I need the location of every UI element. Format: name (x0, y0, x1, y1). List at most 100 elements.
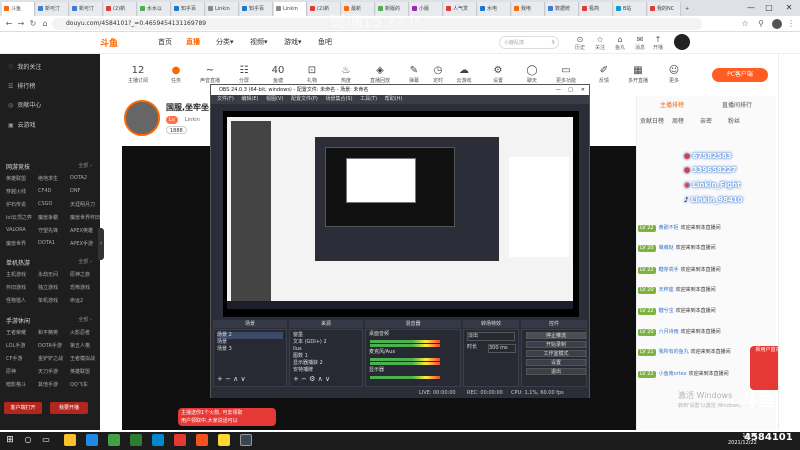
broadcast-button[interactable]: ↑ 开播 (648, 35, 668, 51)
game-link[interactable]: 原神 (6, 368, 36, 375)
browser-tab[interactable]: 人气赏 (444, 2, 477, 16)
category-hot[interactable]: ♨ 热度 (332, 64, 360, 84)
category-split[interactable]: ☷ 分屏 (230, 64, 258, 84)
close-button[interactable]: ✕ (780, 0, 798, 16)
browser-tab[interactable]: 斗鱼 (2, 2, 35, 16)
category-subscribe[interactable]: 12 主播订阅 (124, 64, 152, 84)
game-link[interactable]: 暗影格斗 (6, 381, 36, 388)
game-link[interactable]: 魔兽争霸 (38, 214, 68, 221)
duration-input[interactable]: 300 ms (488, 344, 516, 353)
game-link[interactable]: APEX英雄 (70, 227, 100, 234)
chat-username[interactable]: 小鱼南ortex (659, 371, 687, 377)
game-link[interactable]: 怀旧游戏 (6, 284, 36, 291)
reload-icon[interactable]: ↻ (28, 19, 38, 28)
browser-tab[interactable]: 数据统 (546, 2, 579, 16)
browser-tab[interactable]: Linkin (206, 2, 239, 16)
fishball-button[interactable]: ⌂ 鱼丸 (610, 35, 630, 51)
game-link[interactable]: 独立游戏 (38, 284, 68, 291)
obs-menu-help[interactable]: 帮助(H) (385, 96, 403, 102)
stop-streaming-button[interactable]: 停止推流 (526, 332, 586, 339)
browser-tab[interactable]: 水电 (478, 2, 511, 16)
follow-button[interactable]: ☆ 关注 (590, 35, 610, 51)
windows-start-icon[interactable]: ⊞ (4, 434, 16, 446)
douyu-logo[interactable]: 斗鱼 (100, 36, 130, 50)
obs-minimize-button[interactable]: — (556, 85, 561, 95)
browser-tab-active[interactable]: Linkin (274, 2, 307, 16)
game-link[interactable]: 天刀手游 (38, 368, 68, 375)
category-replay[interactable]: ◈ 直播回放 (366, 64, 394, 84)
chrome-icon[interactable] (218, 434, 230, 446)
user-avatar[interactable] (674, 34, 690, 50)
obs-maximize-button[interactable]: □ (568, 85, 573, 95)
game-link[interactable]: 炉石传说 (6, 201, 36, 208)
game-link[interactable]: DOTA1 (38, 240, 68, 246)
tab-weekly[interactable]: 周榜 (672, 116, 684, 125)
category-voice[interactable]: ~ 声音直播 (196, 64, 224, 84)
scene-toolbar[interactable]: + − ∧ ∨ (217, 376, 246, 383)
category-cloud[interactable]: ☁ 云游戏 (450, 64, 478, 84)
game-link[interactable]: QQ飞车 (70, 381, 100, 388)
game-link[interactable]: 和平精英 (38, 329, 68, 336)
sidebar-item-cloud-game[interactable]: ▣ 云游戏 (8, 120, 36, 129)
tab-intimacy[interactable]: 亲密 (700, 116, 712, 125)
game-link[interactable]: LOL手游 (6, 342, 36, 349)
browser-tab[interactable]: 极简 (580, 2, 613, 16)
game-link[interactable]: VALORA (6, 227, 36, 233)
profile-avatar[interactable] (772, 19, 782, 29)
game-link[interactable]: 魔兽世界 (6, 240, 36, 247)
category-settings[interactable]: ⚙ 设置 (484, 64, 512, 84)
game-link[interactable]: 王者模拟战 (70, 355, 100, 362)
tab-daily[interactable]: 贡献日榜 (640, 116, 664, 125)
source-item[interactable]: 窗墨 (293, 332, 303, 339)
history-button[interactable]: ⊙ 历史 (570, 35, 590, 51)
obs-preview[interactable] (223, 111, 579, 317)
scene-item[interactable]: 场景 2 (217, 332, 283, 339)
streamer-avatar[interactable] (124, 100, 160, 136)
wechat-icon[interactable] (130, 434, 142, 446)
category-more[interactable]: ☺ 更多 (660, 64, 688, 84)
right-scrollbar[interactable] (778, 54, 800, 430)
browser-tab[interactable]: 知乎百 (240, 2, 273, 16)
category-feedback[interactable]: ✐ 反馈 (590, 64, 618, 84)
obs-menu-scene-collection[interactable]: 场景集合(S) (325, 96, 352, 102)
start-recording-button[interactable]: 开始录制 (526, 341, 586, 348)
browser-tab[interactable]: (2)新 (104, 2, 137, 16)
obs-menu-edit[interactable]: 编辑(E) (241, 96, 258, 102)
chat-username[interactable]: 糖芽高手 (659, 267, 679, 273)
settings-button[interactable]: 设置 (526, 359, 586, 366)
app-icon[interactable] (174, 434, 186, 446)
section-more-link[interactable]: 全部 › (78, 162, 92, 169)
chat-username[interactable]: 天秤座 (659, 287, 674, 293)
chat-username[interactable]: 六月诗雨 (659, 329, 679, 335)
extension-icon[interactable]: ⚲ (756, 19, 766, 28)
game-link[interactable]: CF4D (38, 188, 68, 194)
task-view-icon[interactable]: ▭ (40, 434, 52, 446)
nav-live[interactable]: 直播 (186, 37, 200, 47)
new-tab-button[interactable]: + (682, 2, 696, 16)
sidebar-item-contribution[interactable]: ◎ 贡献中心 (8, 100, 41, 109)
game-link[interactable]: 天涯明月刀 (70, 201, 100, 208)
file-explorer-icon[interactable] (64, 434, 76, 446)
app-icon[interactable] (152, 434, 164, 446)
category-pond[interactable]: 40 鱼塘 (264, 64, 292, 84)
header-search-input[interactable]: 小鹿乱撞 ⚲ (499, 36, 559, 49)
nav-home[interactable]: 首页 (158, 37, 172, 47)
category-timer[interactable]: ◷ 定时 (424, 64, 452, 84)
game-link[interactable]: DOTA手游 (38, 342, 68, 349)
source-item[interactable]: ilus (293, 346, 302, 353)
open-client-button[interactable]: 客户端打开 (4, 402, 42, 414)
category-gift[interactable]: ⊡ 礼物 (298, 64, 326, 84)
browser-tab[interactable]: B站 (614, 2, 647, 16)
message-button[interactable]: ✉ 消息 (630, 35, 650, 51)
obs-menu-profile[interactable]: 配置文件(P) (291, 96, 318, 102)
sidebar-item-follow[interactable]: ♡ 我的关注 (8, 62, 41, 71)
category-task[interactable]: ● 任务 (162, 64, 190, 84)
tab-fans[interactable]: 粉丝 (728, 116, 740, 125)
obs-menu-view[interactable]: 视图(V) (266, 96, 283, 102)
game-link[interactable]: 恐怖游戏 (70, 284, 100, 291)
obs-taskbar-icon[interactable] (240, 434, 252, 446)
source-item[interactable]: 显示器捕获 2 (293, 360, 323, 367)
game-link[interactable]: 英雄联盟 (6, 175, 36, 182)
browser-tab[interactable]: 我的NC (648, 2, 681, 16)
nav-yuba[interactable]: 鱼吧 (318, 37, 332, 47)
